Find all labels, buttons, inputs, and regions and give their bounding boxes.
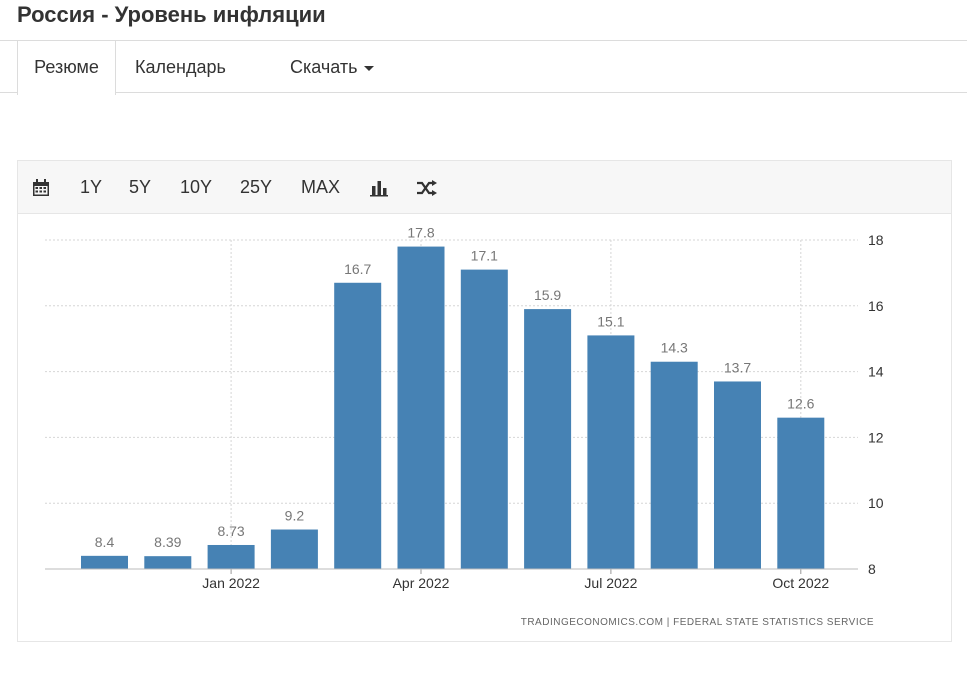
range-10y[interactable]: 10Y	[180, 161, 212, 214]
tab-download[interactable]: Скачать	[290, 41, 374, 93]
bar-chart-icon[interactable]	[370, 161, 388, 214]
tab-summary[interactable]: Резюме	[17, 41, 116, 95]
shuffle-icon[interactable]	[416, 161, 438, 214]
range-1y[interactable]: 1Y	[80, 161, 102, 214]
chart-toolbar: 1Y 5Y 10Y 25Y MAX	[18, 161, 951, 214]
range-5y[interactable]: 5Y	[129, 161, 151, 214]
tab-calendar[interactable]: Календарь	[135, 41, 226, 93]
caret-down-icon	[363, 65, 374, 71]
page-title: Россия - Уровень инфляции	[17, 2, 326, 27]
tab-bar: Резюме Календарь Скачать	[0, 40, 967, 95]
range-25y[interactable]: 25Y	[240, 161, 272, 214]
tab-download-label: Скачать	[290, 57, 358, 77]
calendar-icon[interactable]	[32, 161, 50, 214]
chart-panel: 1Y 5Y 10Y 25Y MAX	[17, 160, 952, 642]
range-max[interactable]: MAX	[301, 161, 340, 214]
